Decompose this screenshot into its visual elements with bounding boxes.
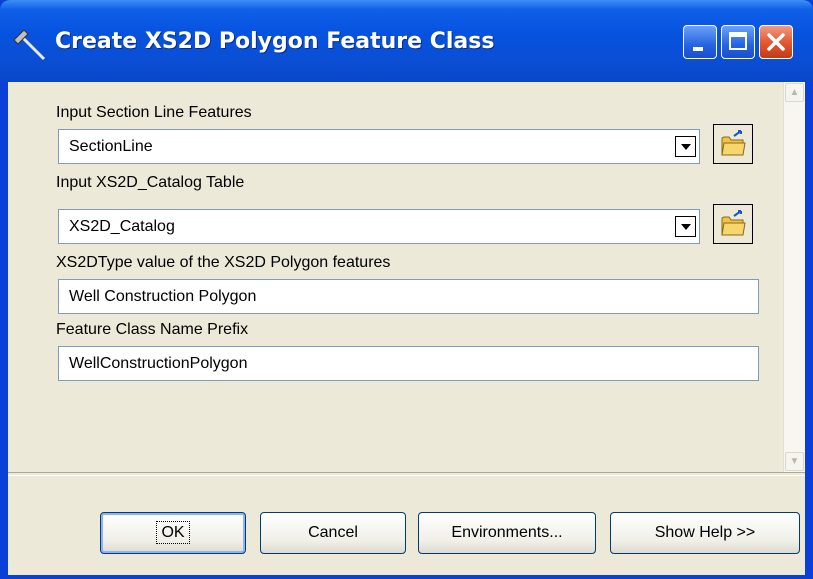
prefix-label: Feature Class Name Prefix <box>56 321 249 338</box>
dialog-window: Create XS2D Polygon Feature Class Input … <box>0 0 813 579</box>
catalog-browse-button[interactable] <box>713 204 753 244</box>
chevron-down-icon[interactable] <box>675 216 696 237</box>
chevron-down-icon[interactable] <box>675 136 696 157</box>
prefix-input[interactable]: WellConstructionPolygon <box>58 346 759 381</box>
cancel-button[interactable]: Cancel <box>260 512 406 554</box>
dialog-body: Input Section Line Features SectionLine … <box>8 82 805 575</box>
divider <box>8 472 805 476</box>
type-label: XS2DType value of the XS2D Polygon featu… <box>56 254 391 271</box>
tool-hammer-icon <box>13 29 46 61</box>
show-help-button[interactable]: Show Help >> <box>610 512 800 554</box>
minimize-icon <box>693 47 703 51</box>
ok-label: OK <box>156 521 190 544</box>
maximize-button[interactable] <box>721 25 755 59</box>
type-input[interactable]: Well Construction Polygon <box>58 279 759 314</box>
catalog-value: XS2D_Catalog <box>69 218 175 235</box>
environments-button[interactable]: Environments... <box>418 512 596 554</box>
title-bar[interactable]: Create XS2D Polygon Feature Class <box>0 0 813 82</box>
section-line-label: Input Section Line Features <box>56 104 252 121</box>
section-line-browse-button[interactable] <box>713 124 753 164</box>
open-folder-icon <box>721 210 746 236</box>
close-button[interactable] <box>759 25 793 59</box>
close-icon <box>767 33 785 51</box>
scroll-up-button[interactable]: ▲ <box>785 83 804 102</box>
vertical-scrollbar[interactable]: ▲ ▼ <box>783 82 805 472</box>
catalog-combobox[interactable]: XS2D_Catalog <box>58 209 700 244</box>
window-title: Create XS2D Polygon Feature Class <box>55 29 495 54</box>
catalog-label: Input XS2D_Catalog Table <box>56 174 245 191</box>
maximize-icon <box>729 32 747 50</box>
section-line-value: SectionLine <box>69 138 153 155</box>
section-line-combobox[interactable]: SectionLine <box>58 129 700 164</box>
scroll-down-button[interactable]: ▼ <box>785 452 804 471</box>
minimize-button[interactable] <box>683 25 717 59</box>
ok-button[interactable]: OK <box>100 512 246 554</box>
open-folder-icon <box>721 130 746 156</box>
